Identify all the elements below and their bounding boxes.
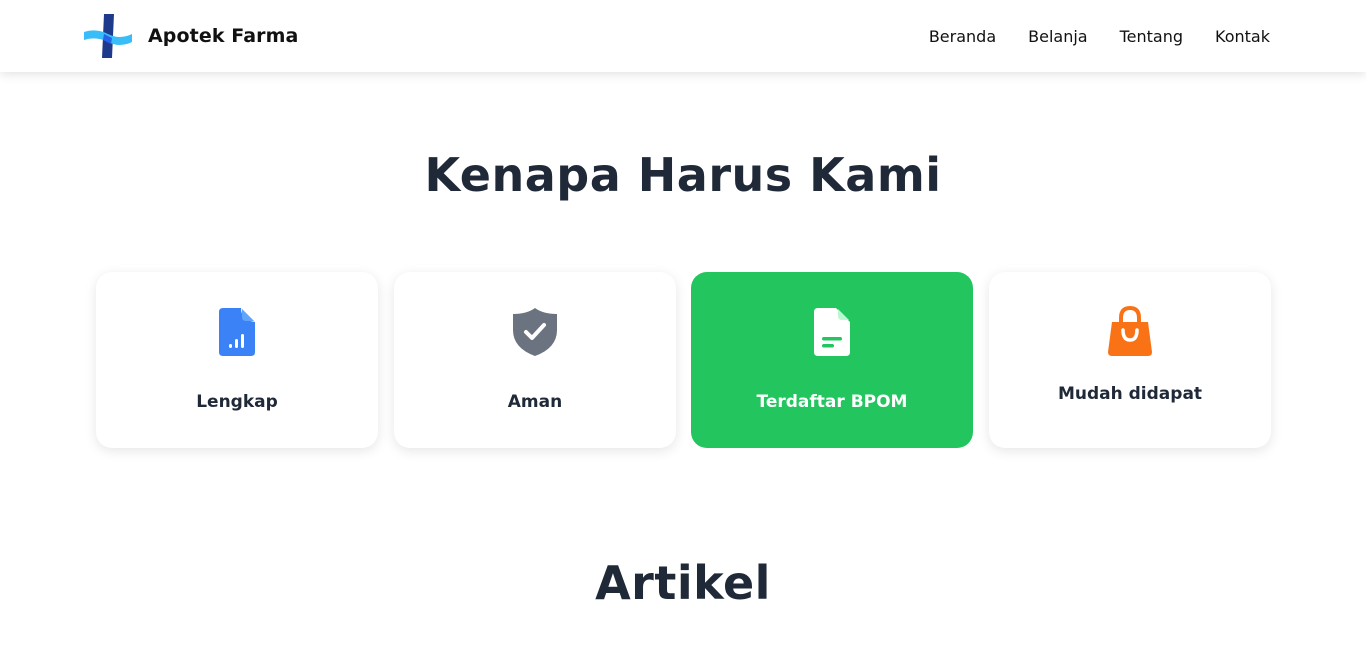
feature-card-label: Terdaftar BPOM (756, 392, 908, 412)
brand-name: Apotek Farma (148, 25, 299, 47)
feature-cards: Lengkap Aman Terdaftar BPOM Mudah didapa… (96, 272, 1271, 448)
feature-card-terdaftar-bpom[interactable]: Terdaftar BPOM (691, 272, 973, 448)
why-section-title: Kenapa Harus Kami (424, 148, 942, 202)
feature-card-mudah-didapat[interactable]: Mudah didapat (989, 272, 1271, 448)
shopping-bag-icon (1108, 306, 1152, 356)
nav-link-belanja[interactable]: Belanja (1028, 27, 1087, 46)
nav-link-kontak[interactable]: Kontak (1215, 27, 1270, 46)
document-text-icon (814, 308, 850, 356)
cross-logo-icon (84, 14, 132, 58)
document-chart-icon (219, 308, 255, 356)
articles-section-title: Artikel (595, 556, 771, 610)
feature-card-label: Aman (507, 392, 563, 412)
feature-card-aman[interactable]: Aman (394, 272, 676, 448)
nav-link-tentang[interactable]: Tentang (1120, 27, 1183, 46)
feature-card-label: Lengkap (196, 392, 278, 412)
nav-link-beranda[interactable]: Beranda (929, 27, 996, 46)
shield-check-icon (513, 308, 557, 356)
feature-card-label: Mudah didapat (1057, 384, 1203, 404)
feature-card-lengkap[interactable]: Lengkap (96, 272, 378, 448)
brand-link[interactable]: Apotek Farma (84, 14, 298, 58)
main-nav: Beranda Belanja Tentang Kontak (929, 0, 1270, 72)
navbar: Apotek Farma Beranda Belanja Tentang Kon… (0, 0, 1366, 72)
